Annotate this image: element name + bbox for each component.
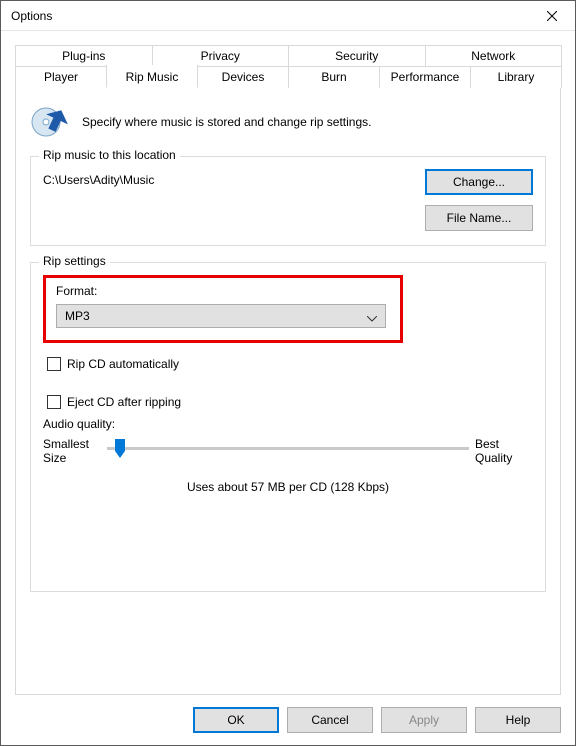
audio-quality-label: Audio quality: bbox=[43, 417, 533, 431]
close-button[interactable] bbox=[529, 1, 575, 31]
eject-checkbox[interactable] bbox=[47, 395, 61, 409]
tab-performance[interactable]: Performance bbox=[379, 67, 471, 88]
group-rip-location-legend: Rip music to this location bbox=[39, 148, 180, 162]
tab-rip-music[interactable]: Rip Music bbox=[106, 65, 198, 88]
group-rip-location: Rip music to this location C:\Users\Adit… bbox=[30, 156, 546, 246]
chevron-down-icon bbox=[367, 311, 377, 325]
eject-row[interactable]: Eject CD after ripping bbox=[47, 395, 533, 409]
file-name-button[interactable]: File Name... bbox=[425, 205, 533, 231]
titlebar: Options bbox=[1, 1, 575, 31]
tab-plugins[interactable]: Plug-ins bbox=[15, 45, 153, 67]
cancel-button[interactable]: Cancel bbox=[287, 707, 373, 733]
format-highlight-box: Format: MP3 bbox=[43, 275, 403, 343]
tab-burn[interactable]: Burn bbox=[288, 67, 380, 88]
quality-slider[interactable] bbox=[107, 437, 469, 450]
group-rip-settings-legend: Rip settings bbox=[39, 254, 110, 268]
eject-label: Eject CD after ripping bbox=[67, 395, 181, 409]
format-select[interactable]: MP3 bbox=[56, 304, 386, 328]
rip-auto-row[interactable]: Rip CD automatically bbox=[47, 357, 533, 371]
change-location-button[interactable]: Change... bbox=[425, 169, 533, 195]
close-icon bbox=[547, 11, 557, 21]
tab-library[interactable]: Library bbox=[470, 67, 562, 88]
apply-button[interactable]: Apply bbox=[381, 707, 467, 733]
audio-quality-section: Audio quality: Smallest Size bbox=[43, 417, 533, 494]
tab-strip: Plug-ins Privacy Security Network Player… bbox=[15, 45, 561, 88]
quality-right-label: Best Quality bbox=[475, 437, 533, 466]
tab-row-1: Plug-ins Privacy Security Network bbox=[15, 45, 561, 67]
window-title: Options bbox=[11, 9, 529, 23]
quality-note: Uses about 57 MB per CD (128 Kbps) bbox=[43, 480, 533, 494]
tab-network[interactable]: Network bbox=[425, 45, 563, 67]
format-label: Format: bbox=[56, 284, 390, 298]
tab-row-2: Player Rip Music Devices Burn Performanc… bbox=[15, 67, 561, 88]
options-dialog: Options Plug-ins Privacy Security Networ… bbox=[0, 0, 576, 746]
group-rip-settings: Rip settings Format: MP3 Rip CD automati… bbox=[30, 262, 546, 592]
tab-player[interactable]: Player bbox=[15, 67, 107, 88]
format-value: MP3 bbox=[65, 309, 90, 323]
dialog-footer: OK Cancel Apply Help bbox=[1, 695, 575, 745]
content-area: Plug-ins Privacy Security Network Player… bbox=[1, 31, 575, 695]
tab-privacy[interactable]: Privacy bbox=[152, 45, 290, 67]
tab-devices[interactable]: Devices bbox=[197, 67, 289, 88]
rip-location-path: C:\Users\Adity\Music bbox=[43, 169, 425, 187]
ok-button[interactable]: OK bbox=[193, 707, 279, 733]
help-button[interactable]: Help bbox=[475, 707, 561, 733]
slider-thumb[interactable] bbox=[114, 439, 126, 459]
quality-left-label: Smallest Size bbox=[43, 437, 101, 466]
panel-description: Specify where music is stored and change… bbox=[82, 115, 371, 129]
tab-panel: Specify where music is stored and change… bbox=[15, 88, 561, 695]
panel-header: Specify where music is stored and change… bbox=[30, 102, 546, 142]
slider-track bbox=[107, 447, 469, 450]
tab-security[interactable]: Security bbox=[288, 45, 426, 67]
rip-auto-label: Rip CD automatically bbox=[67, 357, 179, 371]
rip-auto-checkbox[interactable] bbox=[47, 357, 61, 371]
rip-music-icon bbox=[30, 102, 70, 142]
